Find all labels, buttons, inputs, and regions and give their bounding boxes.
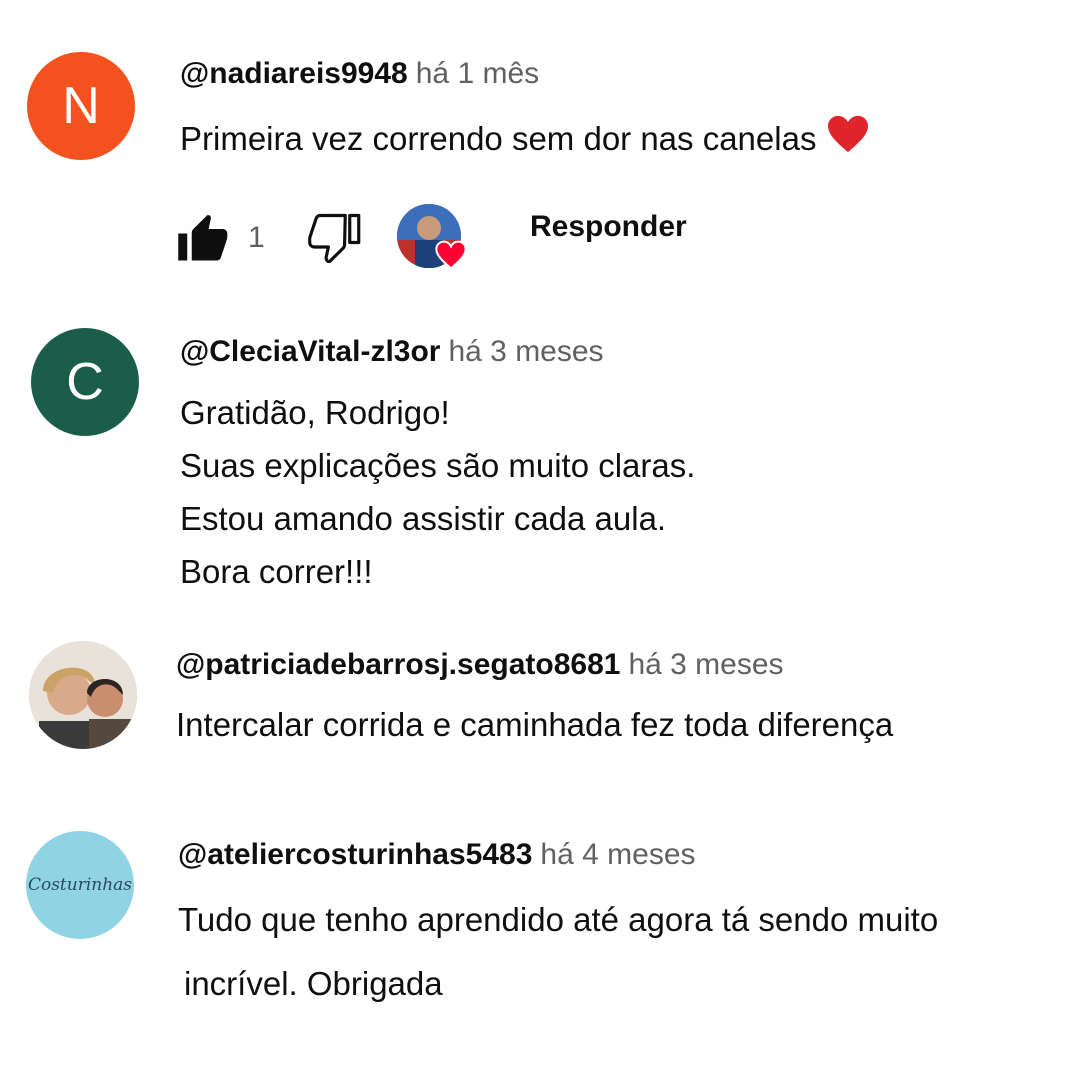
dislike-button[interactable] [307,213,361,263]
avatar-logo: Costurinhas [27,875,133,895]
avatar-letter: C [66,353,104,411]
comment-line: Bora correr!!! [180,553,373,590]
creator-heart-badge[interactable] [396,204,467,275]
comment-line: Estou amando assistir cada aula. [180,500,667,537]
comment-line: Primeira vez correndo sem dor nas canela… [180,120,817,157]
author-name[interactable]: @ateliercosturinhas5483 [178,838,532,871]
comment-line: Suas explicações são muito claras. [180,447,696,484]
author-name[interactable]: @patriciadebarrosj.segato8681 [176,648,620,681]
avatar[interactable]: Costurinhas [26,831,134,939]
avatar-letter: N [62,77,100,135]
avatar-photo [29,641,137,749]
avatar[interactable]: C [31,328,139,436]
comment-line: Gratidão, Rodrigo! [180,394,450,431]
comment-time[interactable]: há 3 meses [448,335,603,368]
comment-time[interactable]: há 1 mês [416,57,539,90]
reply-button[interactable]: Responder [530,210,687,244]
comment-time[interactable]: há 4 meses [540,838,695,871]
avatar[interactable]: N [27,52,135,160]
thumbs-down-icon [307,213,361,263]
comment-header: @ateliercosturinhas5483 há 4 meses [178,838,696,872]
author-name[interactable]: @CleciaVital-zl3or [180,335,440,368]
like-button[interactable] [176,213,230,263]
comment-time[interactable]: há 3 meses [628,648,783,681]
comment-line: Tudo que tenho aprendido até agora tá se… [178,901,939,938]
comment-line: Intercalar corrida e caminhada fez toda … [176,706,894,743]
thumbs-up-icon [178,215,228,261]
comment-header: @patriciadebarrosj.segato8681 há 3 meses [176,648,784,682]
red-heart-icon [826,114,870,169]
comment-actions: 1 [176,204,467,275]
like-count: 1 [248,221,265,254]
comment-text: Gratidão, Rodrigo! Suas explicações são … [180,386,695,598]
comment-header: @CleciaVital-zl3or há 3 meses [180,335,604,369]
author-name[interactable]: @nadiareis9948 [180,57,408,90]
comment-line: incrível. Obrigada [184,965,443,1002]
comment-text: Primeira vez correndo sem dor nas canela… [180,112,870,169]
heart-icon [435,240,467,275]
avatar[interactable] [29,641,137,749]
comment-text: Tudo que tenho aprendido até agora tá se… [178,888,938,1016]
comment-header: @nadiareis9948 há 1 mês [180,57,539,91]
comment-text: Intercalar corrida e caminhada fez toda … [176,698,893,751]
